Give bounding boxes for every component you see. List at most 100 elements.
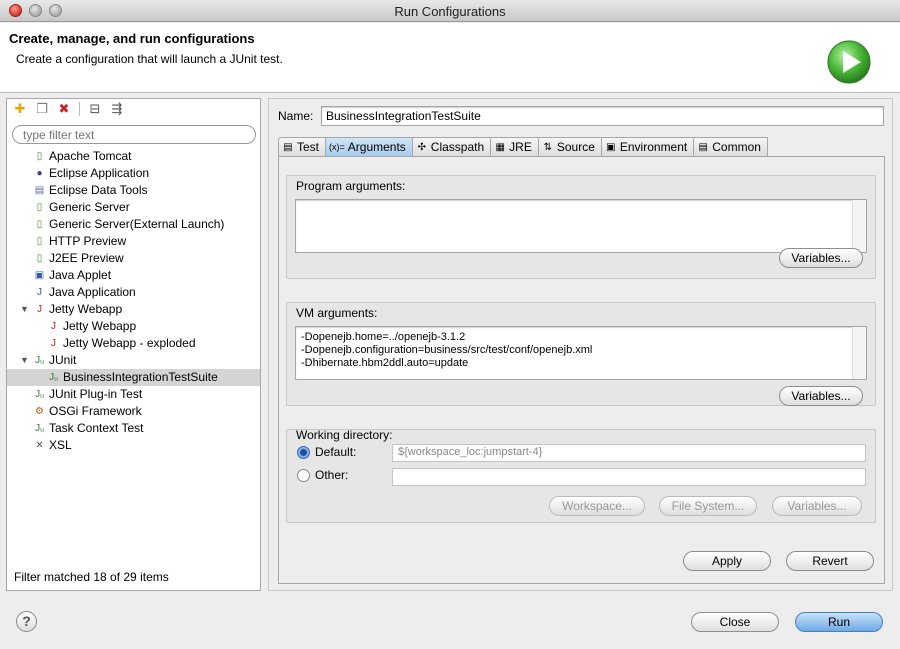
tab-bar: ▤ Test (x)= Arguments ✣ Classpath ▦ JRE ⇅ Source ▣… [278, 137, 768, 156]
tree-item-label: XSL [49, 438, 72, 452]
tab-classpath[interactable]: ✣ Classpath [412, 137, 492, 156]
test-tab-icon: ▤ [283, 141, 293, 153]
data-tools-icon: ▤ [34, 185, 45, 196]
apply-button[interactable]: Apply [683, 551, 771, 571]
tree-item[interactable]: ▯ Generic Server [7, 199, 260, 216]
config-type-panel: ✚❐✖ ⊟⇶ ▯ Apache Tomcat ● Eclipse Application… [6, 98, 261, 591]
tree-item-label: Apache Tomcat [49, 149, 132, 163]
tab-label: Source [556, 140, 595, 154]
other-dir-option[interactable]: Other: [297, 468, 348, 482]
vm-arguments-label: VM arguments: [296, 306, 378, 320]
eclipse-icon: ● [36, 168, 43, 179]
tab-environment[interactable]: ▣ Environment [601, 137, 695, 156]
new-config-icon[interactable]: ✚ [11, 100, 29, 118]
vm-arguments-scrollbar[interactable] [852, 327, 866, 379]
title-bar: Run Configurations [0, 0, 900, 22]
server-icon: ▯ [36, 219, 43, 230]
revert-button[interactable]: Revert [786, 551, 874, 571]
tree-item-label: Eclipse Data Tools [49, 183, 148, 197]
close-button[interactable]: Close [691, 612, 779, 632]
default-radio[interactable] [297, 445, 310, 459]
program-arguments-scrollbar[interactable] [852, 200, 866, 252]
tree-item-label: Eclipse Application [49, 166, 150, 180]
other-radio[interactable] [297, 468, 310, 482]
other-dir-field[interactable] [392, 468, 866, 486]
tree-item[interactable]: Jᵤ Task Context Test [7, 420, 260, 437]
classpath-tab-icon: ✣ [417, 141, 426, 153]
tree-item-label: Task Context Test [49, 421, 144, 435]
workspace-button[interactable]: Workspace... [549, 496, 645, 516]
vm-argument-line: -Dhibernate.hbm2ddl.auto=update [301, 357, 469, 369]
tree-item[interactable]: ▼ J Jetty Webapp [7, 301, 260, 318]
tab-arguments[interactable]: (x)= Arguments [326, 137, 413, 156]
tree-item[interactable]: ⚙ OSGi Framework [7, 403, 260, 420]
run-button[interactable]: Run [795, 612, 883, 632]
tree-item[interactable]: ▯ J2EE Preview [7, 250, 260, 267]
tab-label: Environment [619, 140, 688, 154]
config-toolbar: ✚ ❐ ✖ ⊟ ⇶ [11, 100, 126, 118]
tree-item[interactable]: ▣ Java Applet [7, 267, 260, 284]
tree-item-label: OSGi Framework [49, 404, 142, 418]
vm-arguments-textarea[interactable]: -Dopenejb.home=../openejb-3.1.2 -Dopenejb… [295, 326, 867, 380]
tab-common[interactable]: ▤ Common [694, 137, 768, 156]
tree-item-label: Jetty Webapp [63, 319, 137, 333]
applet-icon: ▣ [34, 270, 45, 281]
tree-item[interactable]: ▯ Generic Server(External Launch) [7, 216, 260, 233]
tab-test[interactable]: ▤ Test [278, 137, 327, 156]
tab-source[interactable]: ⇅ Source [538, 137, 602, 156]
tree-item-label: JUnit Plug-in Test [49, 387, 143, 401]
server-icon: ▯ [36, 202, 43, 213]
default-dir-option[interactable]: Default: [297, 445, 356, 459]
tree-item[interactable]: J Java Application [7, 284, 260, 301]
xsl-icon: ✕ [35, 440, 44, 451]
tree-item-label: JUnit [49, 353, 77, 367]
tree-item[interactable]: ▯ Apache Tomcat [7, 148, 260, 165]
tree-item[interactable]: J Jetty Webapp [7, 318, 260, 335]
arguments-tab-panel: Program arguments: Variables... VM argum… [278, 156, 885, 584]
dir-variables-button[interactable]: Variables... [772, 496, 862, 516]
program-variables-button[interactable]: Variables... [779, 248, 863, 268]
duplicate-config-icon[interactable]: ❐ [33, 100, 51, 118]
tree-item[interactable]: ▤ Eclipse Data Tools [7, 182, 260, 199]
header-description: Create a configuration that will launch … [16, 52, 283, 66]
common-tab-icon: ▤ [698, 141, 708, 153]
tree-item[interactable]: ▯ HTTP Preview [7, 233, 260, 250]
collapse-all-icon[interactable]: ⊟ [86, 100, 104, 118]
vm-argument-line: -Dopenejb.configuration=business/src/tes… [301, 344, 593, 356]
vm-arguments-group: VM arguments: -Dopenejb.home=../openejb-… [286, 302, 876, 406]
tree-item[interactable]: Jᵤ BusinessIntegrationTestSuite [7, 369, 260, 386]
tree-item-label: J2EE Preview [49, 251, 124, 265]
delete-config-icon[interactable]: ✖ [55, 100, 73, 118]
file-system-button[interactable]: File System... [659, 496, 757, 516]
filter-icon[interactable]: ⇶ [108, 100, 126, 118]
help-icon[interactable]: ? [16, 611, 37, 632]
filter-input[interactable] [12, 125, 256, 144]
tree-item[interactable]: ● Eclipse Application [7, 165, 260, 182]
expand-arrow-icon[interactable]: ▼ [20, 301, 29, 318]
config-tree: ▯ Apache Tomcat ● Eclipse Application ▤ Eclip… [7, 148, 260, 454]
expand-arrow-icon[interactable]: ▼ [20, 352, 29, 369]
name-field[interactable]: BusinessIntegrationTestSuite [321, 106, 884, 126]
java-app-icon: J [37, 287, 42, 298]
environment-tab-icon: ▣ [606, 141, 616, 153]
task-context-icon: Jᵤ [35, 423, 44, 434]
header-title: Create, manage, and run configurations [9, 31, 255, 46]
tab-label: Common [712, 140, 761, 154]
tree-item[interactable]: Jᵤ JUnit Plug-in Test [7, 386, 260, 403]
tree-item-label: Jetty Webapp - exploded [63, 336, 196, 350]
jetty-icon: J [51, 321, 56, 332]
junit-icon: Jᵤ [49, 372, 58, 383]
tree-item[interactable]: ▼ Jᵤ JUnit [7, 352, 260, 369]
program-arguments-group: Program arguments: Variables... [286, 175, 876, 279]
tree-item-label: HTTP Preview [49, 234, 127, 248]
server-icon: ▯ [36, 253, 43, 264]
tab-jre[interactable]: ▦ JRE [491, 137, 539, 156]
vm-variables-button[interactable]: Variables... [779, 386, 863, 406]
tab-label: Arguments [347, 140, 406, 154]
tab-label: JRE [509, 140, 532, 154]
tree-item[interactable]: J Jetty Webapp - exploded [7, 335, 260, 352]
program-arguments-textarea[interactable] [295, 199, 867, 253]
tree-item-label: Jetty Webapp [49, 302, 123, 316]
tree-item[interactable]: ✕ XSL [7, 437, 260, 454]
tab-label: Test [297, 140, 320, 154]
